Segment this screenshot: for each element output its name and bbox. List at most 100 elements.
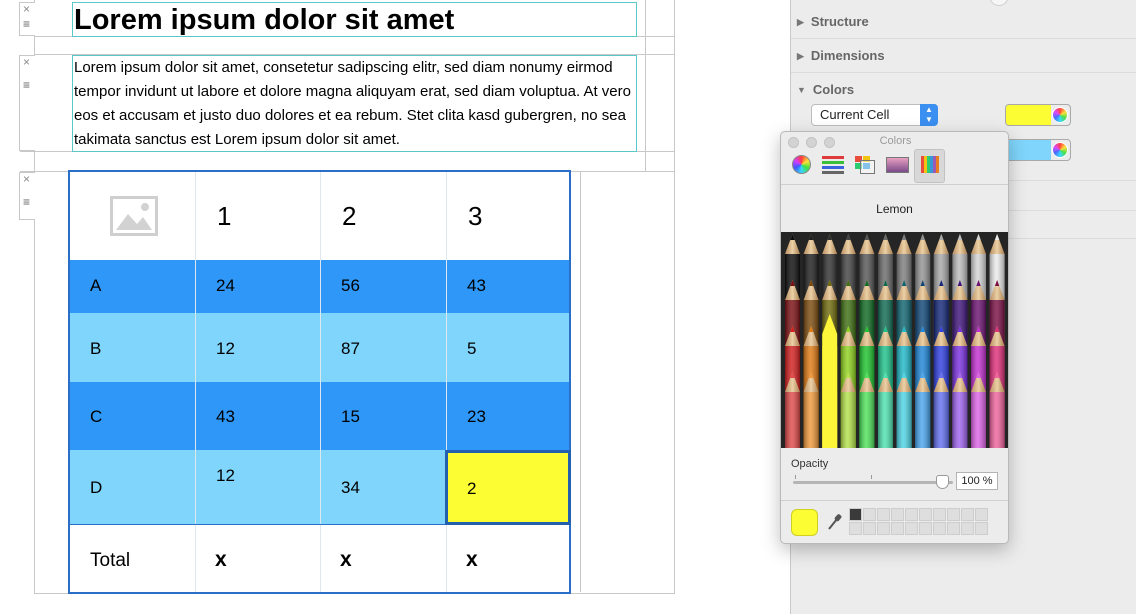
table-cell[interactable]: 87 [321, 313, 447, 382]
cell-value: 56 [341, 276, 360, 295]
table-cell[interactable]: 1 [196, 172, 321, 260]
section-structure[interactable]: ▶ Structure [797, 14, 869, 29]
cell-value: 43 [216, 407, 235, 426]
color-swatch [1006, 105, 1051, 125]
favorite-color-slot[interactable] [975, 508, 988, 521]
cell-value: 87 [341, 339, 360, 358]
table-cell[interactable]: 5 [447, 313, 569, 382]
panel-title: Colors [879, 135, 912, 147]
sliders-icon[interactable] [818, 151, 848, 183]
favorite-color-slot[interactable] [961, 522, 974, 535]
favorite-color-slot[interactable] [961, 508, 974, 521]
table-cell[interactable]: B [70, 313, 196, 382]
table-row: A 24 56 43 [70, 260, 569, 313]
table-cell[interactable]: 43 [447, 260, 569, 313]
table-cell[interactable]: x [321, 525, 447, 592]
table-cell[interactable]: C [70, 382, 196, 450]
cell-value: 5 [467, 339, 477, 358]
color-wheel-icon[interactable] [786, 151, 816, 183]
pencils-icon[interactable] [914, 149, 945, 183]
table-cell[interactable]: 23 [447, 382, 569, 450]
favorite-color-slot[interactable] [849, 508, 862, 521]
table-cell[interactable]: x [196, 525, 321, 592]
row-label: C [90, 407, 103, 426]
block-handle-table[interactable]: × ≡ [19, 172, 35, 220]
column-header: 1 [217, 201, 232, 231]
disclosure-triangle-icon[interactable]: ▼ [797, 85, 806, 95]
favorite-color-slot[interactable] [947, 508, 960, 521]
favorite-color-slot[interactable] [947, 522, 960, 535]
column-header: 2 [342, 201, 357, 231]
section-colors[interactable]: ▼ Colors [797, 82, 854, 97]
opacity-slider-knob[interactable] [936, 475, 949, 489]
drag-menu-icon[interactable]: ≡ [23, 79, 30, 91]
color-scope-select[interactable]: Current Cell ▲ ▼ [811, 104, 938, 126]
cell-value: 2 [467, 479, 477, 498]
favorite-color-slot[interactable] [933, 522, 946, 535]
table-cell[interactable]: A [70, 260, 196, 313]
opacity-label: Opacity [791, 458, 829, 470]
favorite-color-slot[interactable] [877, 508, 890, 521]
table-cell[interactable]: 24 [196, 260, 321, 313]
selected-color-name: Lemon [876, 202, 913, 216]
table-cell[interactable]: 3 [447, 172, 569, 260]
table-cell[interactable]: 56 [321, 260, 447, 313]
table-cell[interactable]: 12 [196, 313, 321, 382]
table-cell[interactable]: 12 [196, 450, 321, 524]
image-palettes-icon[interactable] [882, 151, 912, 183]
drag-menu-icon[interactable]: ≡ [23, 18, 30, 30]
favorite-color-slot[interactable] [975, 522, 988, 535]
table-cell[interactable]: 34 [321, 450, 447, 524]
pencil-picker[interactable] [781, 232, 1008, 448]
close-icon[interactable]: × [23, 56, 30, 68]
block-handle-heading[interactable]: × ≡ [19, 2, 35, 36]
favorite-color-slot[interactable] [877, 522, 890, 535]
color-wheel-icon[interactable] [1052, 142, 1068, 158]
cell-value: 23 [467, 407, 486, 426]
disclosure-triangle-icon[interactable]: ▶ [797, 17, 804, 27]
disclosure-triangle-icon[interactable]: ▶ [797, 51, 804, 61]
selected-pencil[interactable] [822, 314, 838, 448]
page-heading[interactable]: Lorem ipsum dolor sit amet [74, 3, 454, 37]
favorite-color-slot[interactable] [905, 508, 918, 521]
background-color-well[interactable] [1005, 104, 1071, 126]
table-cell[interactable]: 15 [321, 382, 447, 450]
opacity-field[interactable]: 100 % [956, 472, 998, 490]
favorite-color-slot[interactable] [849, 522, 862, 535]
color-wheel-icon[interactable] [1052, 107, 1068, 123]
current-color-swatch[interactable] [791, 509, 818, 536]
favorite-color-slot[interactable] [919, 522, 932, 535]
color-swatch [1006, 140, 1051, 160]
table-cell[interactable]: Total [70, 525, 196, 592]
close-icon[interactable]: × [23, 173, 30, 185]
total-label: Total [90, 550, 131, 571]
eyedropper-icon[interactable] [827, 513, 843, 531]
close-icon[interactable]: × [23, 3, 30, 15]
table-cell[interactable]: 2 [321, 172, 447, 260]
favorite-color-slot[interactable] [891, 522, 904, 535]
favorite-color-slot[interactable] [905, 522, 918, 535]
total-value: x [340, 548, 352, 571]
palettes-icon[interactable] [850, 151, 880, 183]
table-row: C 43 15 23 [70, 382, 569, 450]
favorite-color-slot[interactable] [863, 522, 876, 535]
table-cell[interactable] [70, 172, 196, 260]
block-handle-paragraph[interactable]: × ≡ [19, 55, 35, 151]
drag-menu-icon[interactable]: ≡ [23, 196, 30, 208]
table-cell[interactable]: D [70, 450, 196, 524]
section-dimensions[interactable]: ▶ Dimensions [797, 48, 885, 63]
opacity-slider[interactable] [793, 481, 953, 484]
data-table[interactable]: 1 2 3 A 24 56 43 B 12 87 5 C 43 15 23 D [68, 170, 571, 594]
table-cell[interactable]: 43 [196, 382, 321, 450]
image-icon [110, 196, 158, 236]
secondary-color-well[interactable] [1005, 139, 1071, 161]
favorite-color-slot[interactable] [933, 508, 946, 521]
body-paragraph[interactable]: Lorem ipsum dolor sit amet, consetetur s… [74, 56, 640, 152]
updown-chevron-icon: ▲ ▼ [920, 104, 938, 126]
table-cell[interactable]: x [447, 525, 569, 592]
favorite-color-slot[interactable] [891, 508, 904, 521]
favorite-color-slot[interactable] [863, 508, 876, 521]
table-row: B 12 87 5 [70, 313, 569, 382]
favorite-color-slot[interactable] [919, 508, 932, 521]
selected-table-cell[interactable]: 2 [445, 450, 571, 525]
